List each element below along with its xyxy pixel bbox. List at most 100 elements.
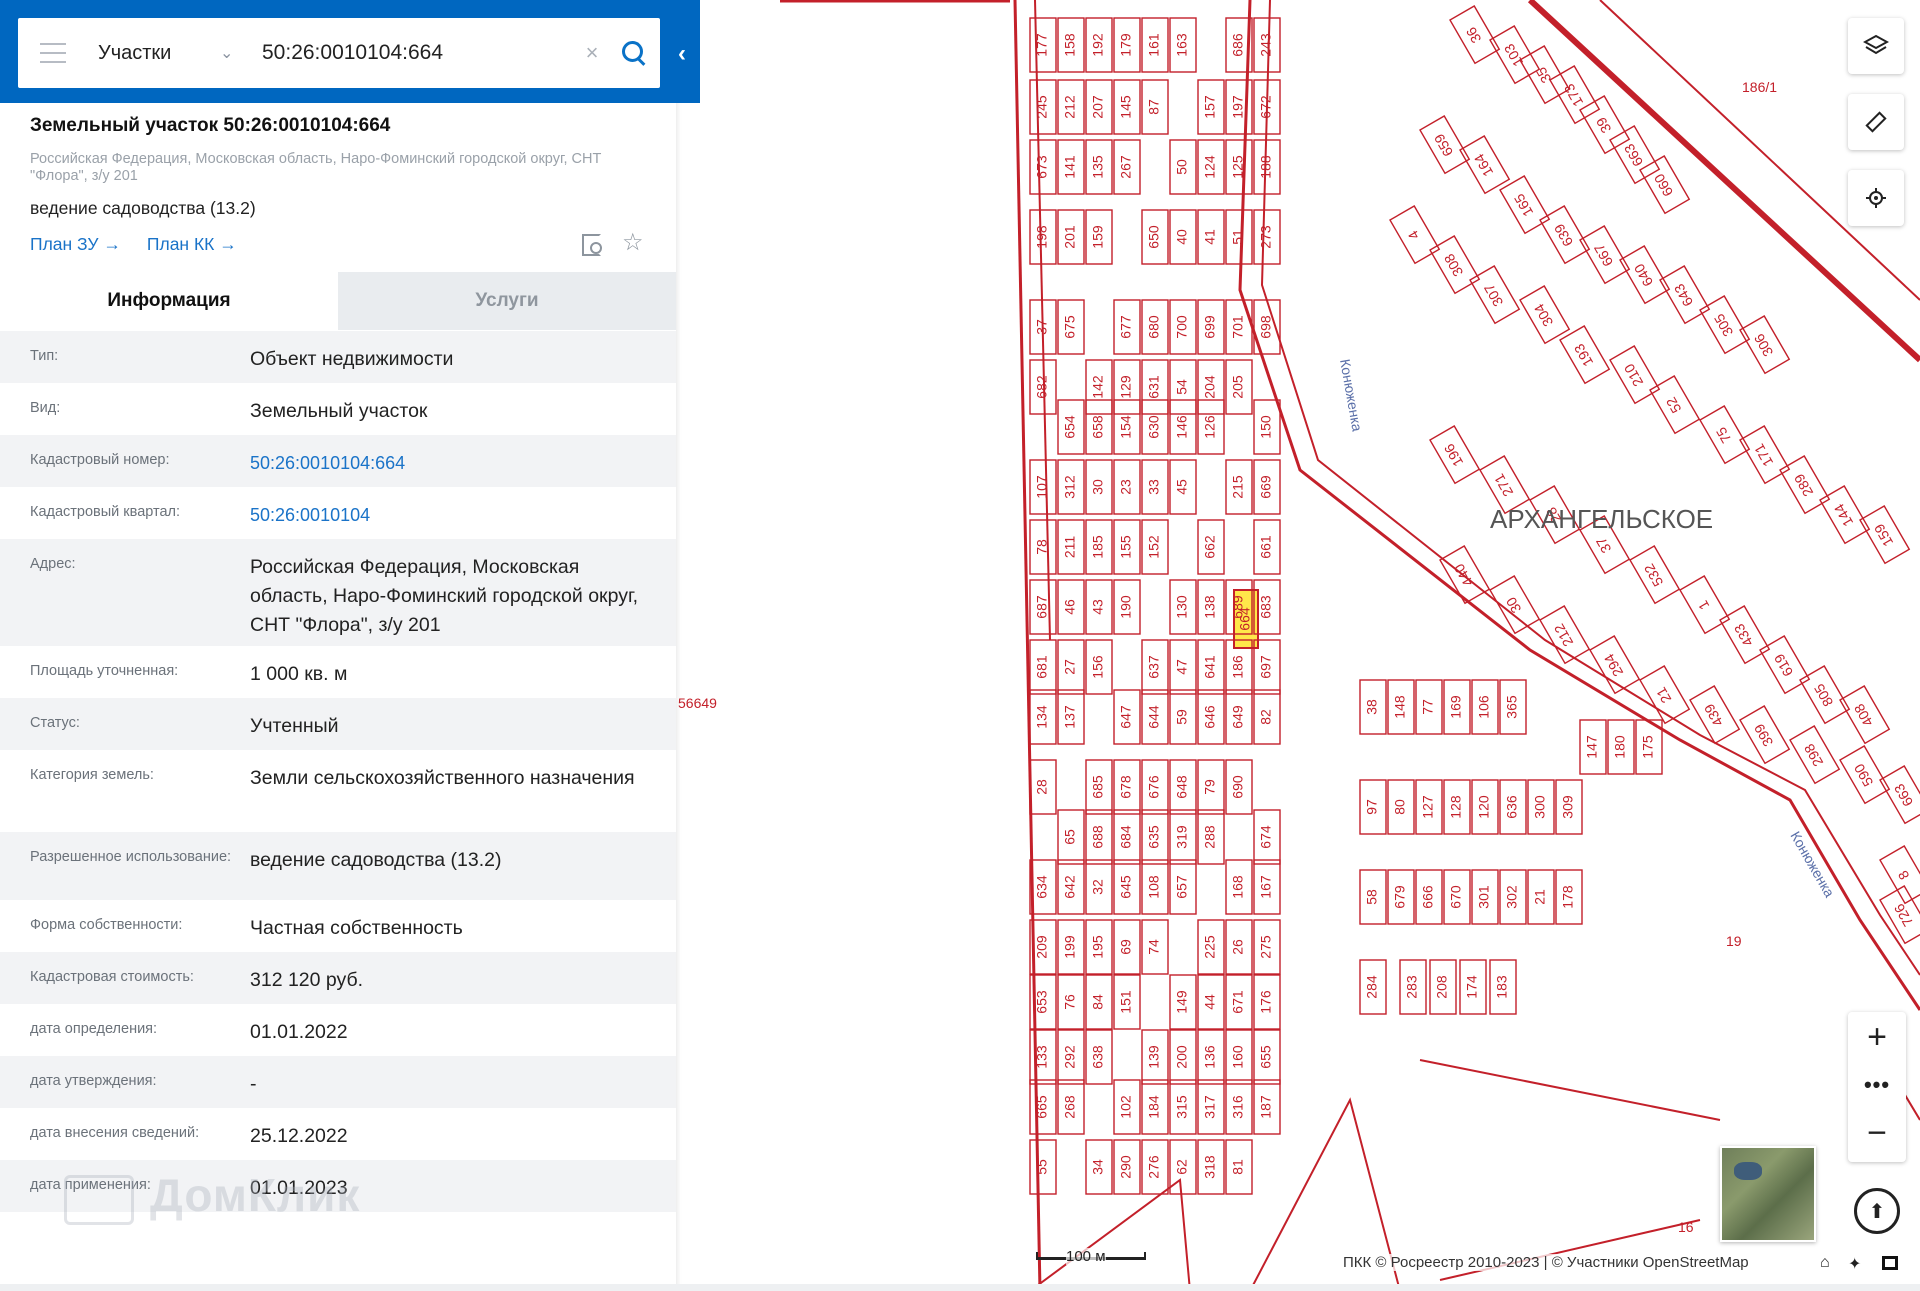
parcel[interactable]: 619 — [1759, 635, 1811, 695]
parcel[interactable]: 34 — [1085, 1139, 1113, 1195]
parcel[interactable]: 155 — [1113, 519, 1141, 575]
parcel[interactable]: 301 — [1471, 869, 1499, 925]
parcel[interactable]: 1 — [1679, 575, 1731, 635]
parcel[interactable]: 200 — [1169, 1029, 1197, 1085]
zoom-in-button[interactable]: + — [1848, 1012, 1906, 1062]
parcel[interactable]: 107 — [1029, 459, 1057, 515]
parcel[interactable]: 631 — [1141, 359, 1169, 415]
parcel[interactable]: 300 — [1527, 779, 1555, 835]
parcel[interactable]: 681 — [1029, 639, 1057, 695]
parcel[interactable]: 149 — [1169, 974, 1197, 1030]
close-icon[interactable]: × — [582, 42, 602, 64]
parcel[interactable]: 177 — [1029, 17, 1057, 73]
parcel[interactable]: 184 — [1141, 1079, 1169, 1135]
parcel[interactable]: 208 — [1429, 959, 1457, 1015]
parcel[interactable]: 667 — [1579, 225, 1631, 285]
parcel[interactable]: 160 — [1225, 1029, 1253, 1085]
parcel[interactable]: 532 — [1629, 545, 1681, 605]
parcel[interactable]: 302 — [1499, 869, 1527, 925]
parcel[interactable]: 146 — [1169, 399, 1197, 455]
parcel[interactable]: 275 — [1253, 919, 1281, 975]
parcel[interactable]: 288 — [1197, 809, 1225, 865]
parcel[interactable]: 688 — [1085, 809, 1113, 865]
parcel[interactable]: 188 — [1253, 139, 1281, 195]
parcel[interactable]: 215 — [1225, 459, 1253, 515]
layer-select[interactable]: Участки — [98, 42, 216, 65]
parcel[interactable]: 805 — [1799, 665, 1851, 725]
parcel[interactable]: 138 — [1197, 579, 1225, 635]
parcel[interactable]: 663 — [1609, 125, 1661, 185]
parcel[interactable]: 646 — [1197, 689, 1225, 745]
parcel[interactable]: 58 — [1359, 869, 1387, 925]
parcel[interactable]: 47 — [1169, 639, 1197, 695]
parcel[interactable]: 120 — [1471, 779, 1499, 835]
parcel[interactable]: 137 — [1057, 689, 1085, 745]
parcel[interactable]: 82 — [1253, 689, 1281, 745]
parcel[interactable]: 108 — [1141, 859, 1169, 915]
parcel[interactable]: 655 — [1253, 1029, 1281, 1085]
parcel[interactable]: 167 — [1253, 859, 1281, 915]
parcel[interactable]: 39 — [1579, 95, 1631, 155]
parcel[interactable]: 129 — [1113, 359, 1141, 415]
parcel[interactable]: 185 — [1085, 519, 1113, 575]
parcel[interactable]: 97 — [1359, 779, 1387, 835]
parcel[interactable]: 21 — [1639, 665, 1691, 725]
fullscreen-icon[interactable] — [1882, 1256, 1898, 1270]
parcel[interactable]: 298 — [1789, 725, 1841, 785]
parcel[interactable]: 700 — [1169, 299, 1197, 355]
parcel[interactable]: 318 — [1197, 1139, 1225, 1195]
parcel[interactable]: 198 — [1029, 209, 1057, 265]
parcel[interactable]: 657 — [1169, 859, 1197, 915]
parcel[interactable]: 630 — [1141, 399, 1169, 455]
plan-zu-link[interactable]: План ЗУ → — [30, 234, 121, 255]
parcel[interactable]: 205 — [1225, 359, 1253, 415]
parcel[interactable]: 648 — [1169, 759, 1197, 815]
parcel[interactable]: 204 — [1197, 359, 1225, 415]
parcel[interactable]: 159 — [1085, 209, 1113, 265]
parcel[interactable]: 84 — [1085, 974, 1113, 1030]
parcel[interactable]: 304 — [1519, 285, 1571, 345]
search-icon[interactable] — [620, 39, 648, 67]
parcel[interactable]: 699 — [1197, 299, 1225, 355]
parcel[interactable]: 440 — [1439, 545, 1491, 605]
search-input[interactable] — [262, 41, 572, 65]
parcel[interactable]: 125 — [1225, 139, 1253, 195]
parcel[interactable]: 8 — [1879, 845, 1920, 905]
satellite-toggle[interactable] — [1720, 1146, 1816, 1242]
parcel[interactable]: 179 — [1113, 17, 1141, 73]
tab-info[interactable]: Информация — [0, 272, 338, 330]
compass-icon[interactable]: ⬆ — [1854, 1188, 1900, 1234]
parcel[interactable]: 680 — [1141, 299, 1169, 355]
layers-button[interactable] — [1848, 18, 1904, 74]
parcel[interactable]: 38 — [1359, 679, 1387, 735]
parcel[interactable]: 284 — [1359, 959, 1387, 1015]
parcel[interactable]: 669 — [1253, 459, 1281, 515]
parcel[interactable]: 75 — [1699, 405, 1751, 465]
ruler-button[interactable] — [1848, 94, 1904, 150]
parcel[interactable]: 307 — [1469, 265, 1521, 325]
parcel[interactable]: 642 — [1057, 859, 1085, 915]
parcel[interactable]: 168 — [1225, 859, 1253, 915]
parcel[interactable]: 173 — [1549, 65, 1601, 125]
locate-button[interactable] — [1848, 170, 1904, 226]
parcel[interactable]: 27 — [1057, 639, 1085, 695]
parcel[interactable]: 305 — [1699, 295, 1751, 355]
parcel[interactable]: 294 — [1589, 635, 1641, 695]
parcel[interactable]: 676 — [1141, 759, 1169, 815]
parcel[interactable]: 79 — [1197, 759, 1225, 815]
parcel[interactable]: 193 — [1559, 325, 1611, 385]
parcel[interactable]: 308 — [1429, 235, 1481, 295]
parcel[interactable]: 4 — [1389, 205, 1441, 265]
parcel[interactable]: 26 — [1225, 919, 1253, 975]
parcel[interactable]: 635 — [1141, 809, 1169, 865]
parcel[interactable]: 283 — [1399, 959, 1427, 1015]
parcel[interactable]: 267 — [1113, 139, 1141, 195]
parcel[interactable]: 28 — [1029, 759, 1057, 815]
parcel[interactable]: 135 — [1085, 139, 1113, 195]
parcel[interactable]: 32 — [1085, 859, 1113, 915]
parcel[interactable]: 43 — [1085, 579, 1113, 635]
parcel[interactable]: 408 — [1839, 685, 1891, 745]
parcel[interactable]: 316 — [1225, 1079, 1253, 1135]
parcel[interactable]: 212 — [1057, 79, 1085, 135]
menu-icon[interactable] — [40, 43, 66, 63]
